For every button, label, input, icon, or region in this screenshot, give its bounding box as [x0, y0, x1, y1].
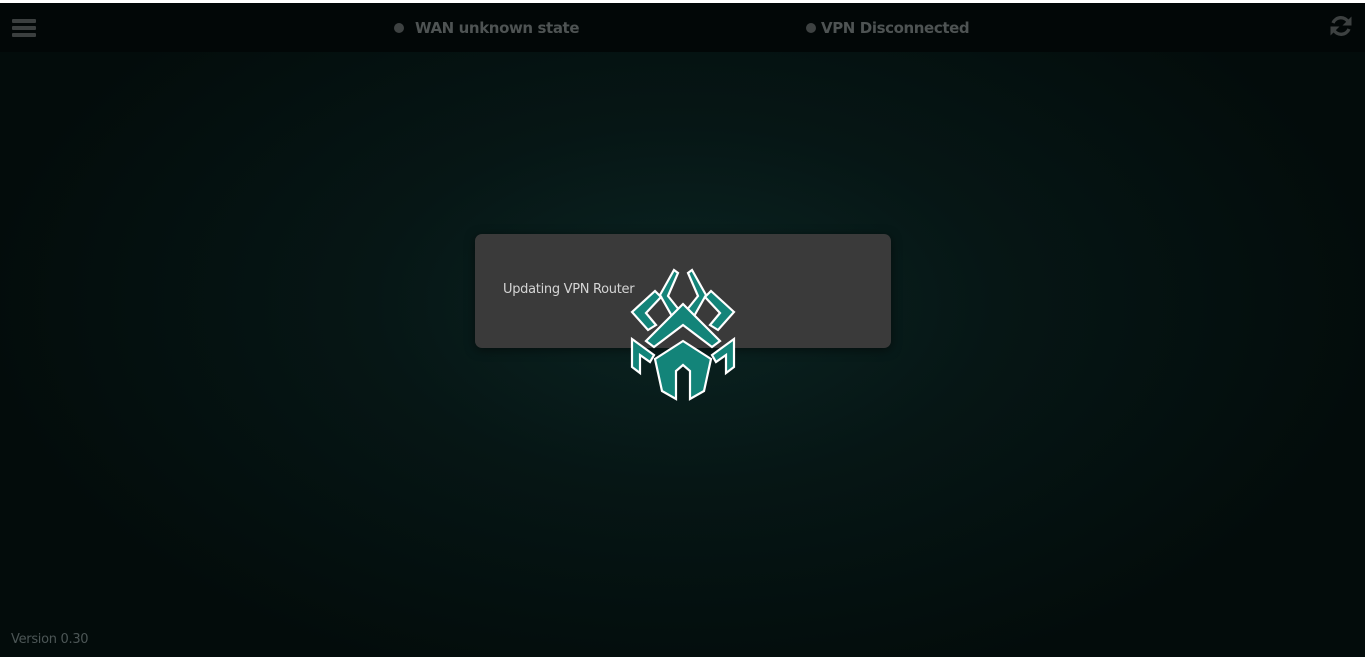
version-label: Version 0.30	[11, 632, 89, 647]
vpn-status: VPN Disconnected	[806, 18, 970, 38]
wan-status-dot-icon	[394, 23, 404, 33]
wan-status-label: WAN unknown state	[415, 19, 580, 37]
dialog-message: Updating VPN Router	[503, 282, 635, 297]
wan-status: WAN unknown state	[394, 18, 580, 38]
app-root: WAN unknown state VPN Disconnected Updat…	[0, 3, 1365, 657]
vpn-status-dot-icon	[806, 23, 816, 33]
top-bar: WAN unknown state VPN Disconnected	[0, 3, 1365, 52]
hamburger-menu-icon[interactable]	[12, 17, 36, 39]
spider-logo-icon	[628, 265, 738, 401]
refresh-icon[interactable]	[1328, 13, 1354, 39]
vpn-status-label: VPN Disconnected	[821, 19, 970, 37]
